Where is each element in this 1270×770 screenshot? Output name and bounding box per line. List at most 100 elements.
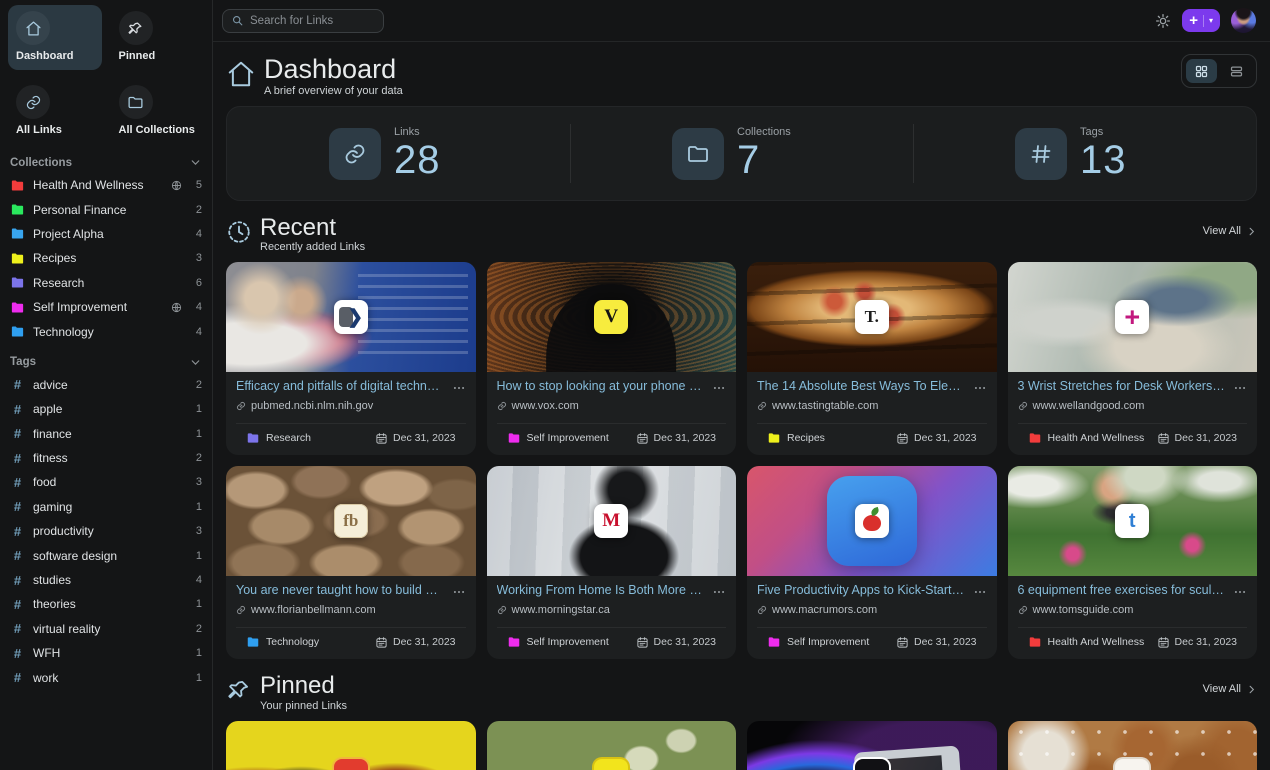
link-thumbnail xyxy=(226,721,476,770)
more-options-button[interactable] xyxy=(452,379,466,397)
list-view-button[interactable] xyxy=(1221,59,1252,83)
tag-item[interactable]: # fitness 2 xyxy=(8,446,204,470)
tag-item[interactable]: # theories 1 xyxy=(8,592,204,616)
link-thumbnail: ❯ xyxy=(226,262,476,372)
more-options-button[interactable] xyxy=(712,583,726,601)
tag-name: WFH xyxy=(33,646,60,660)
sidebar-nav: Dashboard Pinned All Links All Collectio… xyxy=(8,5,204,144)
collection-chip[interactable]: Technology xyxy=(266,636,319,648)
search-bar[interactable] xyxy=(222,9,384,33)
tag-count: 2 xyxy=(196,623,202,635)
calendar-icon xyxy=(375,636,388,649)
stat-tags: Tags 13 xyxy=(913,107,1256,200)
link-card[interactable] xyxy=(1008,721,1258,770)
link-card[interactable] xyxy=(487,721,737,770)
tag-name: theories xyxy=(33,597,76,611)
collection-count: 4 xyxy=(196,326,202,338)
more-options-button[interactable] xyxy=(973,583,987,601)
collection-item[interactable]: Research 6 xyxy=(8,271,204,295)
link-icon xyxy=(757,605,767,615)
tag-count: 1 xyxy=(196,647,202,659)
tag-item[interactable]: # studies 4 xyxy=(8,568,204,592)
hash-icon: # xyxy=(10,670,25,685)
link-card[interactable]: V How to stop looking at your phone - Vo… xyxy=(487,262,737,455)
collection-item[interactable]: Self Improvement 4 xyxy=(8,295,204,319)
collection-folder-icon xyxy=(767,431,781,445)
collection-chip[interactable]: Health And Wellness xyxy=(1048,636,1145,648)
sidebar-item-all-collections[interactable]: All Collections xyxy=(111,79,205,144)
collection-chip[interactable]: Health And Wellness xyxy=(1048,432,1145,444)
pinned-section-header: Pinned Your pinned Links View All xyxy=(226,673,1257,711)
collection-count: 4 xyxy=(196,301,202,313)
link-url: pubmed.ncbi.nlm.nih.gov xyxy=(236,400,466,412)
collection-item[interactable]: Project Alpha 4 xyxy=(8,222,204,246)
more-options-button[interactable] xyxy=(1233,583,1247,601)
link-card[interactable] xyxy=(747,721,997,770)
link-card[interactable]: t 6 equipment free exercises for sculpti… xyxy=(1008,466,1258,659)
more-options-button[interactable] xyxy=(452,583,466,601)
link-card[interactable]: Five Productivity Apps to Kick-Start the… xyxy=(747,466,997,659)
theme-toggle-button[interactable] xyxy=(1155,13,1171,29)
collection-item[interactable]: Technology 4 xyxy=(8,319,204,343)
calendar-icon xyxy=(896,636,909,649)
sidebar-item-pinned[interactable]: Pinned xyxy=(111,5,205,70)
more-options-button[interactable] xyxy=(973,379,987,397)
chevron-right-icon xyxy=(1246,226,1257,237)
sun-icon xyxy=(1155,13,1171,29)
collection-name: Project Alpha xyxy=(33,227,104,241)
link-date: Dec 31, 2023 xyxy=(896,432,976,445)
link-card[interactable]: M Working From Home Is Both More and L..… xyxy=(487,466,737,659)
tag-item[interactable]: # WFH 1 xyxy=(8,641,204,665)
link-title: 3 Wrist Stretches for Desk Workers to D.… xyxy=(1018,379,1226,393)
avatar[interactable] xyxy=(1231,8,1256,33)
link-thumbnail: T. xyxy=(747,262,997,372)
folder-icon xyxy=(10,178,25,193)
more-options-button[interactable] xyxy=(712,379,726,397)
link-card[interactable]: T. The 14 Absolute Best Ways To Elevate … xyxy=(747,262,997,455)
collection-item[interactable]: Recipes 3 xyxy=(8,246,204,270)
collection-chip[interactable]: Self Improvement xyxy=(527,636,609,648)
recent-view-all-link[interactable]: View All xyxy=(1203,225,1257,237)
site-logo-badge: t xyxy=(1115,504,1149,538)
collection-item[interactable]: Health And Wellness 5 xyxy=(8,173,204,197)
tag-item[interactable]: # gaming 1 xyxy=(8,495,204,519)
site-logo-badge: fb xyxy=(334,504,368,538)
collection-chip[interactable]: Research xyxy=(266,432,311,444)
site-logo-badge: M xyxy=(594,504,628,538)
link-card[interactable]: fb You are never taught how to build qua… xyxy=(226,466,476,659)
link-card[interactable]: ❯ Efficacy and pitfalls of digital techn… xyxy=(226,262,476,455)
sidebar-item-label: All Collections xyxy=(119,124,197,136)
link-card[interactable]: + 3 Wrist Stretches for Desk Workers to … xyxy=(1008,262,1258,455)
stat-value: 7 xyxy=(737,139,811,181)
tag-item[interactable]: # apple 1 xyxy=(8,397,204,421)
link-thumbnail xyxy=(1008,721,1258,770)
calendar-icon xyxy=(636,636,649,649)
tag-item[interactable]: # food 3 xyxy=(8,470,204,494)
collection-chip[interactable]: Self Improvement xyxy=(787,636,869,648)
collection-count: 3 xyxy=(196,252,202,264)
chevron-down-icon[interactable] xyxy=(189,356,202,369)
collection-count: 5 xyxy=(196,179,202,191)
link-url: www.wellandgood.com xyxy=(1018,400,1248,412)
sidebar-item-dashboard[interactable]: Dashboard xyxy=(8,5,102,70)
link-card[interactable] xyxy=(226,721,476,770)
collection-count: 4 xyxy=(196,228,202,240)
add-link-button[interactable]: + ▾ xyxy=(1182,9,1220,32)
search-input[interactable] xyxy=(250,15,375,27)
pinned-view-all-link[interactable]: View All xyxy=(1203,683,1257,695)
site-logo-badge: T. xyxy=(855,300,889,334)
tag-item[interactable]: # virtual reality 2 xyxy=(8,617,204,641)
tag-item[interactable]: # finance 1 xyxy=(8,422,204,446)
collection-item[interactable]: Personal Finance 2 xyxy=(8,197,204,221)
tag-item[interactable]: # work 1 xyxy=(8,665,204,689)
sidebar-item-all-links[interactable]: All Links xyxy=(8,79,102,144)
tag-item[interactable]: # productivity 3 xyxy=(8,519,204,543)
collection-chip[interactable]: Recipes xyxy=(787,432,825,444)
page-header: Dashboard A brief overview of your data xyxy=(226,54,1257,97)
more-options-button[interactable] xyxy=(1233,379,1247,397)
tag-item[interactable]: # software design 1 xyxy=(8,543,204,567)
collection-chip[interactable]: Self Improvement xyxy=(527,432,609,444)
grid-view-button[interactable] xyxy=(1186,59,1217,83)
chevron-down-icon[interactable] xyxy=(189,156,202,169)
tag-item[interactable]: # advice 2 xyxy=(8,373,204,397)
